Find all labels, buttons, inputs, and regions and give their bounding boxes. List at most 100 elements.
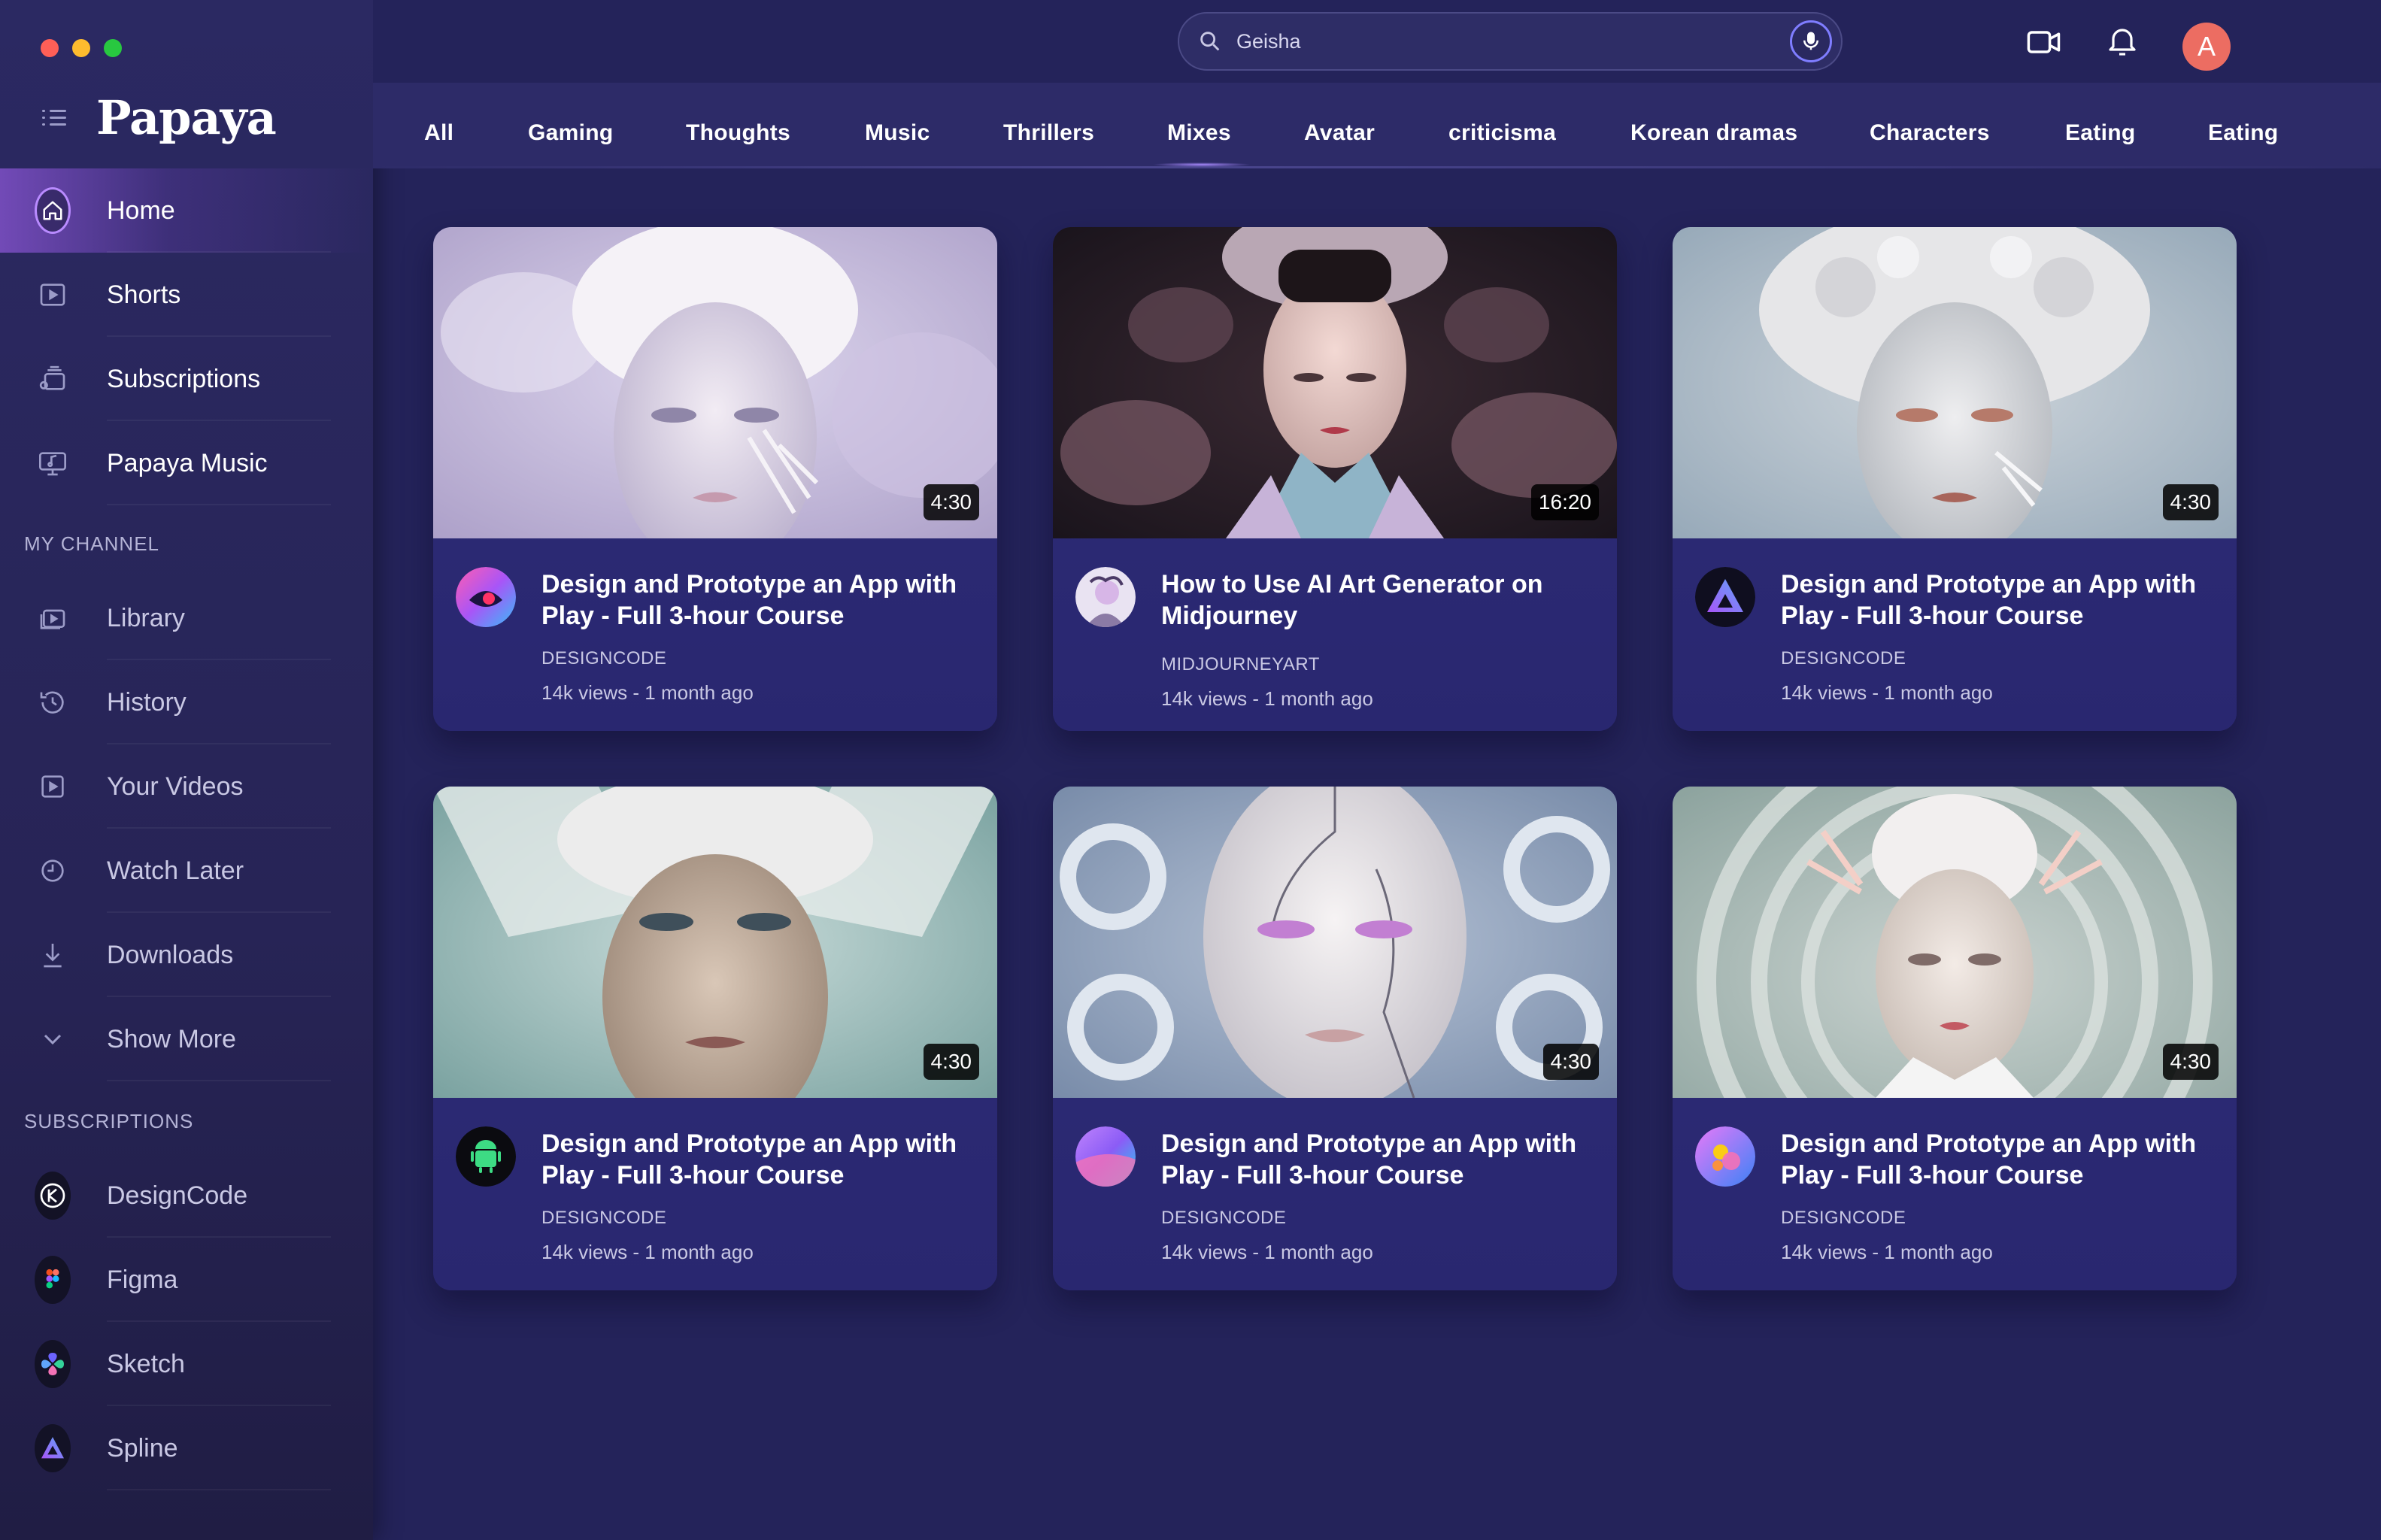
video-title[interactable]: Design and Prototype an App with Play - … (1161, 1128, 1597, 1191)
designcode-logo-icon (35, 1172, 71, 1220)
tab-characters[interactable]: Characters (1870, 120, 1990, 146)
sidebar-item-watch-later[interactable]: Watch Later (0, 829, 373, 913)
user-avatar[interactable]: A (2182, 23, 2231, 71)
video-title[interactable]: Design and Prototype an App with Play - … (541, 1128, 978, 1191)
tab-thoughts[interactable]: Thoughts (686, 120, 790, 146)
channel-name[interactable]: DESIGNCODE (1781, 648, 1906, 669)
brand-row: Papaya (42, 90, 277, 145)
close-window-button[interactable] (41, 39, 59, 57)
video-thumbnail[interactable]: 4:30 (1053, 787, 1617, 1098)
microphone-button[interactable] (1790, 20, 1832, 62)
subscriptions-nav: DesignCode Figma Sketch Spline (0, 1153, 373, 1490)
video-thumbnail[interactable]: 4:30 (1673, 227, 2237, 538)
sidebar-item-label: Show More (107, 1024, 236, 1053)
window-controls (41, 39, 122, 57)
sidebar-item-label: Papaya Music (107, 448, 268, 477)
video-title[interactable]: Design and Prototype an App with Play - … (1781, 1128, 2217, 1191)
zoom-window-button[interactable] (104, 39, 122, 57)
sidebar-item-your-videos[interactable]: Your Videos (0, 744, 373, 829)
tab-mixes[interactable]: Mixes (1167, 120, 1231, 146)
sidebar-item-spline[interactable]: Spline (0, 1406, 373, 1490)
tabs-divider (373, 166, 2381, 168)
menu-icon[interactable] (42, 108, 66, 128)
sidebar-item-sketch[interactable]: Sketch (0, 1322, 373, 1406)
channel-name[interactable]: DESIGNCODE (541, 648, 666, 669)
duration-badge: 4:30 (1542, 1044, 1599, 1080)
sidebar-item-label: Subscriptions (107, 364, 261, 393)
video-card[interactable]: 4:30 Design and Prototype an App with Pl… (1053, 787, 1617, 1290)
tab-eating-2[interactable]: Eating (2208, 120, 2278, 146)
duration-badge: 16:20 (1530, 484, 1599, 520)
tab-criticisma[interactable]: criticisma (1448, 120, 1556, 146)
channel-avatar[interactable] (1695, 567, 1755, 627)
video-card[interactable]: 4:30 Design and Prototype an App with Pl… (433, 787, 997, 1290)
video-meta: 14k views - 1 month ago (1781, 681, 1993, 704)
sidebar-item-home[interactable]: Home (0, 168, 373, 253)
video-thumbnail[interactable]: 4:30 (1673, 787, 2237, 1098)
video-card[interactable]: 4:30 Design and Prototype an App with Pl… (1673, 787, 2237, 1290)
my-channel-heading: MY CHANNEL (24, 532, 160, 555)
subscriptions-heading: SUBSCRIPTIONS (24, 1110, 194, 1132)
channel-name[interactable]: DESIGNCODE (541, 1208, 666, 1229)
download-icon (35, 937, 71, 973)
video-title[interactable]: Design and Prototype an App with Play - … (1781, 568, 2217, 632)
sidebar-item-label: Watch Later (107, 856, 244, 885)
sidebar-item-subscriptions[interactable]: Subscriptions (0, 337, 373, 421)
sidebar-item-label: DesignCode (107, 1181, 248, 1210)
video-thumbnail[interactable]: 16:20 (1053, 227, 1617, 538)
sidebar-item-downloads[interactable]: Downloads (0, 913, 373, 997)
channel-name[interactable]: DESIGNCODE (1161, 1208, 1286, 1229)
sidebar-item-figma[interactable]: Figma (0, 1238, 373, 1322)
my-channel-nav: Library History Your Videos Watch Later … (0, 576, 373, 1081)
notifications-button[interactable] (2104, 23, 2140, 59)
tab-music[interactable]: Music (865, 120, 930, 146)
clock-icon (35, 853, 71, 889)
video-camera-icon (2027, 31, 2061, 53)
sidebar-item-shorts[interactable]: Shorts (0, 253, 373, 337)
video-title[interactable]: How to Use AI Art Generator on Midjourne… (1161, 568, 1597, 632)
create-video-button[interactable] (2025, 23, 2064, 62)
video-meta: 14k views - 1 month ago (1161, 1241, 1373, 1263)
video-card[interactable]: 16:20 How to Use AI Art Generator on Mid… (1053, 227, 1617, 731)
channel-avatar[interactable] (456, 1126, 516, 1187)
channel-name[interactable]: DESIGNCODE (1781, 1208, 1906, 1229)
app-logo[interactable]: Papaya (96, 90, 277, 145)
subscriptions-icon (35, 361, 71, 397)
channel-avatar[interactable] (1075, 1126, 1136, 1187)
tab-avatar[interactable]: Avatar (1304, 120, 1375, 146)
video-title[interactable]: Design and Prototype an App with Play - … (541, 568, 978, 632)
video-card[interactable]: 4:30 Design and Prototype an App with Pl… (433, 227, 997, 731)
search-input[interactable]: Geisha (1236, 30, 1790, 53)
channel-avatar[interactable] (456, 567, 516, 627)
sidebar-item-label: Spline (107, 1433, 178, 1463)
video-card[interactable]: 4:30 Design and Prototype an App with Pl… (1673, 227, 2237, 731)
channel-avatar[interactable] (1695, 1126, 1755, 1187)
tab-all[interactable]: All (424, 120, 453, 146)
duration-badge: 4:30 (2162, 484, 2219, 520)
channel-avatar[interactable] (1075, 567, 1136, 627)
sidebar-item-library[interactable]: Library (0, 576, 373, 660)
tab-korean-dramas[interactable]: Korean dramas (1630, 120, 1797, 146)
sidebar-item-label: Sketch (107, 1349, 185, 1378)
sidebar-item-history[interactable]: History (0, 660, 373, 744)
primary-nav: Home Shorts Subscriptions Papaya Music (0, 168, 373, 505)
tab-thrillers[interactable]: Thrillers (1003, 120, 1094, 146)
sidebar-item-label: History (107, 687, 187, 717)
video-thumbnail[interactable]: 4:30 (433, 227, 997, 538)
sidebar-item-label: Figma (107, 1265, 178, 1294)
video-thumbnail[interactable]: 4:30 (433, 787, 997, 1098)
bell-icon (2109, 29, 2136, 56)
sidebar-item-show-more[interactable]: Show More (0, 997, 373, 1081)
search-bar[interactable]: Geisha (1178, 12, 1843, 71)
video-meta: 14k views - 1 month ago (541, 1241, 754, 1263)
sidebar-item-designcode[interactable]: DesignCode (0, 1153, 373, 1238)
video-meta: 14k views - 1 month ago (1161, 687, 1373, 710)
sidebar-item-papaya-music[interactable]: Papaya Music (0, 421, 373, 505)
channel-name[interactable]: MIDJOURNEYART (1161, 654, 1320, 675)
sidebar: Papaya Home Shorts Subscriptions Papaya … (0, 0, 373, 1540)
sidebar-item-label: Your Videos (107, 772, 244, 801)
minimize-window-button[interactable] (72, 39, 90, 57)
tab-gaming[interactable]: Gaming (528, 120, 613, 146)
category-tabs: All Gaming Thoughts Music Thrillers Mixe… (373, 83, 2381, 168)
tab-eating[interactable]: Eating (2065, 120, 2135, 146)
